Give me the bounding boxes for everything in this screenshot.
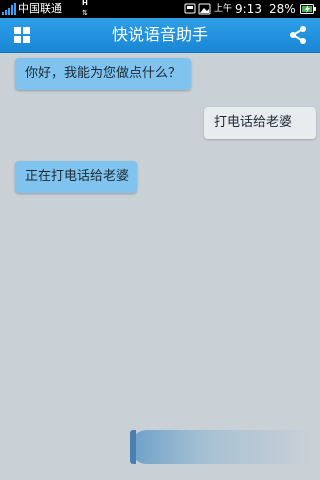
assistant-message: 正在打电话给老婆 [15,161,137,193]
status-bar: 中国联通 H ⇅ 上午 9:13 28% [0,0,320,18]
user-message: 打电话给老婆 [204,107,316,139]
network-arrows-icon: ⇅ [82,9,88,17]
menu-button[interactable] [6,21,38,49]
signal-icon [2,3,16,15]
assistant-message: 你好，我能为您做点什么？ [15,58,191,90]
page-title: 快说语音助手 [111,25,208,44]
battery-percent: 28% [269,2,296,16]
share-button[interactable] [282,21,314,49]
app-header: 快说语音助手 [0,18,320,53]
voice-input-handle[interactable] [130,430,136,464]
clock: 9:13 [235,2,262,16]
grid-icon [14,27,30,43]
notification-icons [184,3,211,15]
time-ampm: 上午 [214,4,233,14]
share-icon [290,26,306,44]
voice-input-bar[interactable] [130,430,310,464]
battery-icon [300,4,316,14]
carrier-name: 中国联通 [18,2,62,15]
network-type: H [82,0,88,7]
